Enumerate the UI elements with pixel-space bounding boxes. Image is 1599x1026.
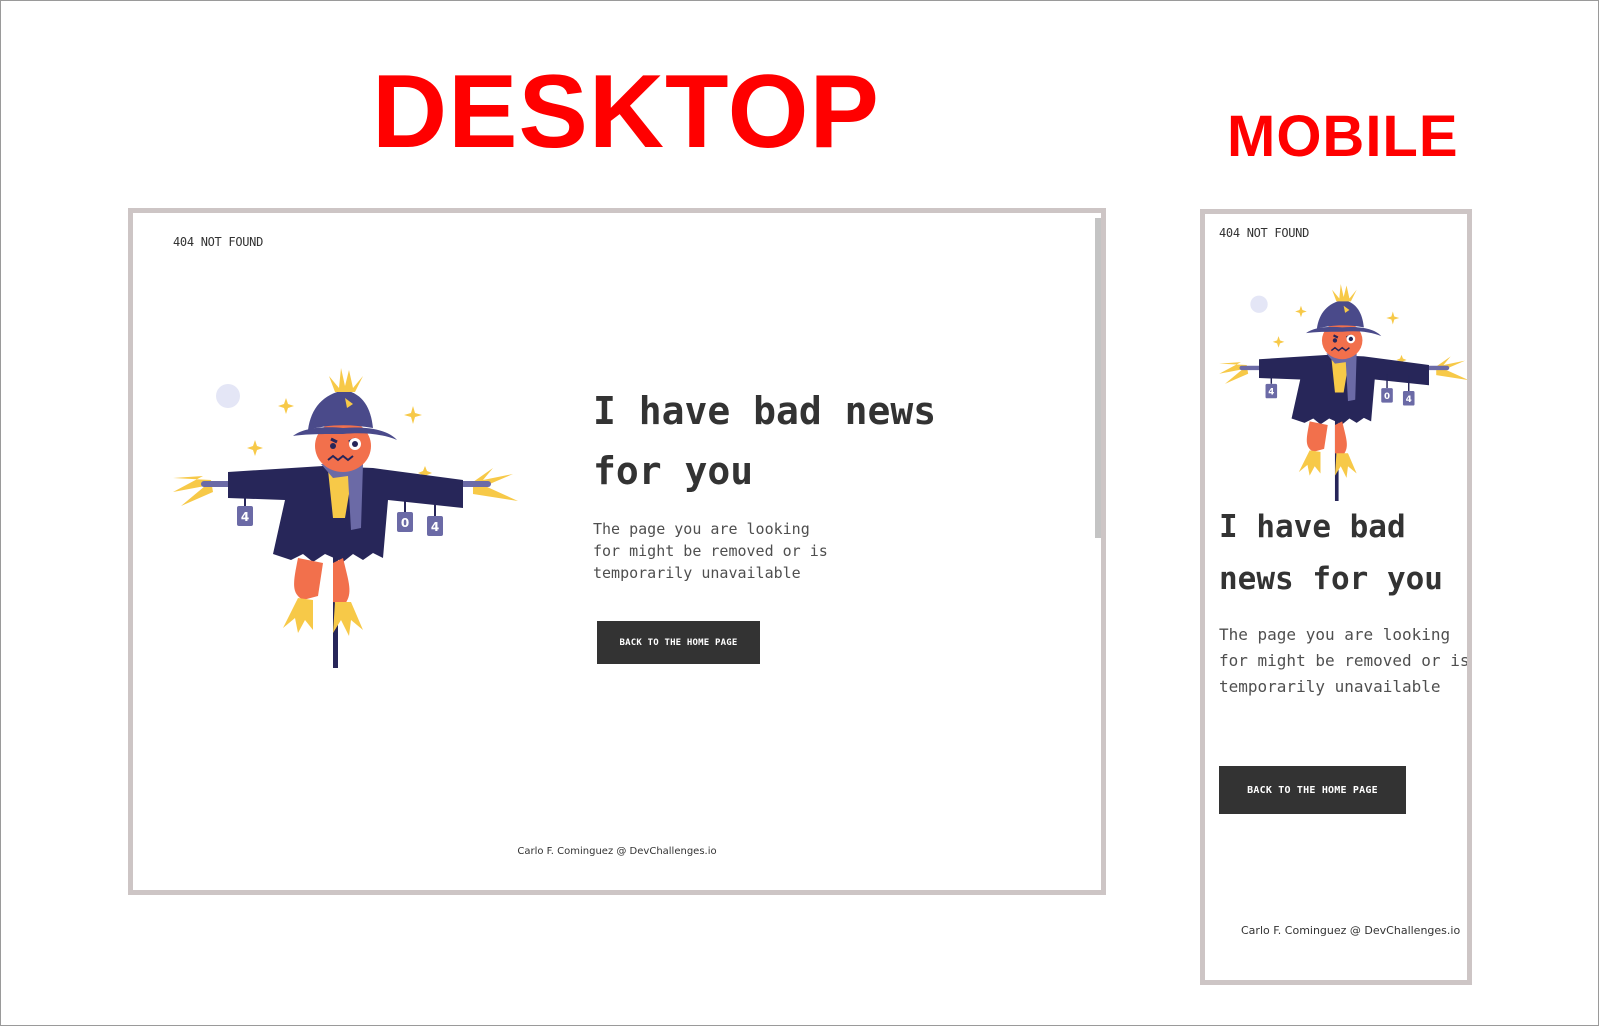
- back-home-button[interactable]: BACK TO THE HOME PAGE: [1219, 766, 1406, 814]
- brand-logo[interactable]: 404 NOT FOUND: [1219, 226, 1309, 240]
- footer-credit: Carlo F. Cominguez @ DevChallenges.io: [1241, 924, 1461, 937]
- can-label: 0: [1384, 392, 1390, 402]
- page-title: I have bad news for you: [1219, 509, 1443, 597]
- brand-logo[interactable]: 404 NOT FOUND: [173, 235, 263, 249]
- mobile-screen: 404 NOT FOUND 4 0 4 I have bad news for …: [1200, 209, 1472, 985]
- page-description: The page you are looking for might be re…: [593, 520, 828, 582]
- scarecrow-illustration: 4 0 4: [173, 368, 518, 668]
- page-description: The page you are looking for might be re…: [1219, 625, 1470, 696]
- page-title: I have bad news for you: [593, 389, 937, 493]
- scarecrow-illustration: 4 0 4: [1219, 284, 1467, 501]
- desktop-screen: 404 NOT FOUND 4 0 4 I have bad news for …: [128, 208, 1106, 895]
- can-label: 0: [401, 516, 409, 530]
- desktop-heading: DESKTOP: [372, 54, 880, 170]
- back-home-button[interactable]: BACK TO THE HOME PAGE: [597, 621, 760, 664]
- can-label: 4: [1406, 395, 1412, 405]
- can-label: 4: [241, 510, 249, 524]
- can-label: 4: [431, 520, 439, 534]
- can-label: 4: [1268, 388, 1274, 398]
- footer-credit: Carlo F. Cominguez @ DevChallenges.io: [517, 846, 717, 857]
- scrollbar[interactable]: [1095, 218, 1101, 538]
- mobile-heading: MOBILE: [1227, 104, 1459, 169]
